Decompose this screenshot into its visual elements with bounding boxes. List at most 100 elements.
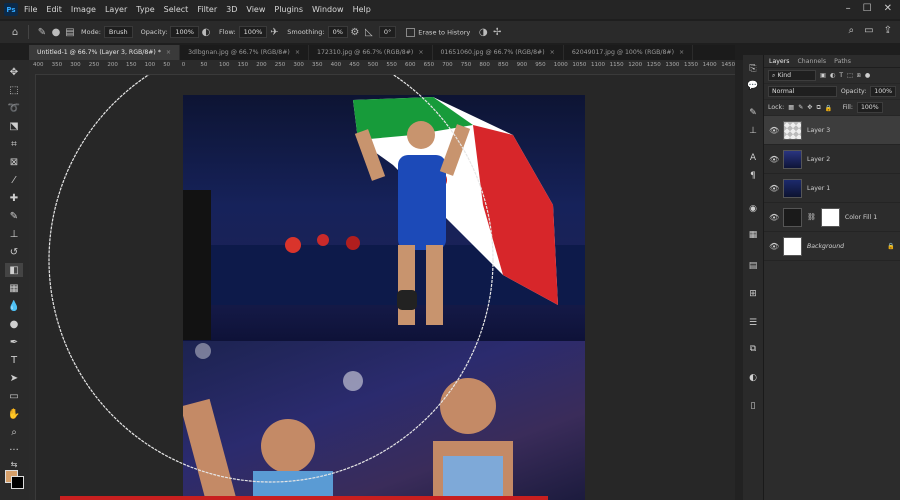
tab-172310[interactable]: 172310.jpg @ 66.7% (RGB/8#) × bbox=[309, 45, 433, 60]
libraries-panel-icon[interactable]: ◐ bbox=[747, 372, 759, 384]
adjustments-panel-icon[interactable]: ☰ bbox=[747, 317, 759, 329]
smoothing-field[interactable]: 0% bbox=[327, 26, 348, 38]
eraser-tool-preset-icon[interactable]: ✎ bbox=[35, 25, 49, 39]
paragraph-panel-icon[interactable]: ¶ bbox=[747, 170, 759, 182]
layer-row-layer-3[interactable]: 👁 Layer 3 bbox=[764, 116, 900, 145]
lock-artboard-icon[interactable]: ⧉ bbox=[816, 104, 820, 112]
smart-object-filter-icon[interactable]: ⧈ bbox=[857, 72, 861, 80]
canvas-workspace[interactable] bbox=[36, 75, 735, 500]
menu-type[interactable]: Type bbox=[136, 5, 154, 14]
maximize-icon[interactable]: ☐ bbox=[863, 3, 872, 14]
menu-plugins[interactable]: Plugins bbox=[274, 5, 303, 14]
lasso-tool-icon[interactable]: ➰ bbox=[5, 101, 23, 115]
clone-stamp-tool-icon[interactable]: ⊥ bbox=[5, 227, 23, 241]
color-panel-icon[interactable]: ◉ bbox=[747, 203, 759, 215]
swap-colors-icon[interactable]: ⇆ bbox=[5, 457, 23, 471]
menu-filter[interactable]: Filter bbox=[197, 5, 217, 14]
patterns-panel-icon[interactable]: ⊞ bbox=[747, 288, 759, 300]
tab-layers[interactable]: Layers bbox=[769, 58, 789, 65]
filter-toggle-icon[interactable]: ● bbox=[865, 72, 870, 79]
notes-panel-icon[interactable]: ▯ bbox=[747, 400, 759, 412]
path-selection-tool-icon[interactable]: ➤ bbox=[5, 371, 23, 385]
pressure-size-icon[interactable]: ◑ bbox=[476, 25, 490, 39]
airbrush-icon[interactable]: ✈ bbox=[267, 25, 281, 39]
search-icon[interactable]: ⌕ bbox=[849, 25, 855, 36]
layer-opacity-field[interactable]: 100% bbox=[870, 86, 896, 97]
tab-01651060[interactable]: 01651060.jpg @ 66.7% (RGB/8#) × bbox=[433, 45, 564, 60]
menu-layer[interactable]: Layer bbox=[105, 5, 127, 14]
lock-icon[interactable]: 🔒 bbox=[887, 242, 895, 250]
gradient-tool-icon[interactable]: ▦ bbox=[5, 281, 23, 295]
eraser-tool-icon[interactable]: ◧ bbox=[5, 263, 23, 277]
pixel-filter-icon[interactable]: ▣ bbox=[820, 72, 826, 79]
comments-panel-icon[interactable]: 💬 bbox=[747, 80, 759, 92]
visibility-eye-icon[interactable]: 👁 bbox=[769, 213, 779, 222]
dodge-tool-icon[interactable]: ● bbox=[5, 317, 23, 331]
menu-select[interactable]: Select bbox=[164, 5, 189, 14]
crop-tool-icon[interactable]: ⌗ bbox=[5, 137, 23, 151]
type-filter-icon[interactable]: T bbox=[839, 72, 843, 79]
rectangle-tool-icon[interactable]: ▭ bbox=[5, 389, 23, 403]
zoom-tool-icon[interactable]: ⌕ bbox=[5, 425, 23, 439]
close-icon[interactable]: ✕ bbox=[884, 3, 892, 14]
close-icon[interactable]: × bbox=[679, 49, 684, 56]
menu-window[interactable]: Window bbox=[312, 5, 344, 14]
opacity-field[interactable]: 100% bbox=[170, 26, 199, 38]
visibility-eye-icon[interactable]: 👁 bbox=[769, 184, 779, 193]
visibility-eye-icon[interactable]: 👁 bbox=[769, 126, 779, 135]
eyedropper-tool-icon[interactable]: ⁄ bbox=[5, 173, 23, 187]
layer-row-background[interactable]: 👁 Background 🔒 bbox=[764, 232, 900, 261]
character-panel-icon[interactable]: A bbox=[747, 152, 759, 164]
type-tool-icon[interactable]: T bbox=[5, 353, 23, 367]
more-tools-icon[interactable]: ··· bbox=[5, 443, 23, 457]
close-icon[interactable]: × bbox=[166, 49, 171, 56]
menu-help[interactable]: Help bbox=[353, 5, 371, 14]
close-icon[interactable]: × bbox=[295, 49, 300, 56]
blur-tool-icon[interactable]: 💧 bbox=[5, 299, 23, 313]
filter-kind-select[interactable]: ⌕ Kind bbox=[768, 70, 816, 81]
workspace-icon[interactable]: ▭ bbox=[864, 25, 873, 36]
brush-tool-icon[interactable]: ✎ bbox=[5, 209, 23, 223]
menu-view[interactable]: View bbox=[246, 5, 265, 14]
history-brush-tool-icon[interactable]: ↺ bbox=[5, 245, 23, 259]
mode-select[interactable]: Brush bbox=[103, 26, 133, 38]
lock-pixels-icon[interactable]: ✎ bbox=[798, 104, 803, 111]
tab-channels[interactable]: Channels bbox=[797, 58, 826, 65]
tab-3dlbgnan[interactable]: 3dlbgnan.jpg @ 66.7% (RGB/8#) × bbox=[180, 45, 310, 60]
brush-settings-panel-icon[interactable]: ✎ bbox=[747, 107, 759, 119]
adjustment-filter-icon[interactable]: ◐ bbox=[830, 72, 835, 79]
swatches-panel-icon[interactable]: ▦ bbox=[747, 229, 759, 241]
lock-transparent-icon[interactable]: ▦ bbox=[788, 104, 794, 111]
blend-mode-select[interactable]: Normal bbox=[768, 86, 837, 97]
minimize-icon[interactable]: – bbox=[846, 3, 851, 14]
clone-source-panel-icon[interactable]: ⊥ bbox=[747, 125, 759, 137]
flow-field[interactable]: 100% bbox=[238, 26, 268, 38]
layer-row-layer-2[interactable]: 👁 Layer 2 bbox=[764, 145, 900, 174]
brush-settings-icon[interactable]: ▤ bbox=[63, 25, 77, 39]
shape-filter-icon[interactable]: ⬚ bbox=[847, 72, 853, 79]
lock-all-icon[interactable]: 🔒 bbox=[825, 104, 833, 112]
home-icon[interactable]: ⌂ bbox=[8, 25, 22, 39]
close-icon[interactable]: × bbox=[418, 49, 423, 56]
symmetry-icon[interactable]: ✢ bbox=[490, 25, 504, 39]
menu-file[interactable]: File bbox=[24, 5, 37, 14]
fill-field[interactable]: 100% bbox=[856, 102, 883, 113]
menu-image[interactable]: Image bbox=[71, 5, 96, 14]
menu-3d[interactable]: 3D bbox=[226, 5, 237, 14]
lock-position-icon[interactable]: ✥ bbox=[807, 104, 812, 111]
brush-preset-picker-icon[interactable]: ● bbox=[49, 25, 63, 39]
layer-row-layer-1[interactable]: 👁 Layer 1 bbox=[764, 174, 900, 203]
background-color-swatch[interactable] bbox=[11, 476, 24, 489]
angle-field[interactable]: 0° bbox=[378, 26, 397, 38]
tab-untitled-1[interactable]: Untitled-1 @ 66.7% (Layer 3, RGB/8#) * × bbox=[29, 45, 181, 60]
history-panel-icon[interactable]: ⎘ bbox=[747, 63, 759, 75]
pen-tool-icon[interactable]: ✒ bbox=[5, 335, 23, 349]
tab-paths[interactable]: Paths bbox=[834, 58, 851, 65]
smoothing-settings-gear-icon[interactable]: ⚙ bbox=[348, 25, 362, 39]
hand-tool-icon[interactable]: ✋ bbox=[5, 407, 23, 421]
share-icon[interactable]: ⇪ bbox=[884, 25, 892, 36]
pressure-opacity-icon[interactable]: ◐ bbox=[199, 25, 213, 39]
healing-brush-tool-icon[interactable]: ✚ bbox=[5, 191, 23, 205]
canvas-vertical-scrollbar[interactable] bbox=[735, 60, 743, 500]
object-selection-tool-icon[interactable]: ⬔ bbox=[5, 119, 23, 133]
